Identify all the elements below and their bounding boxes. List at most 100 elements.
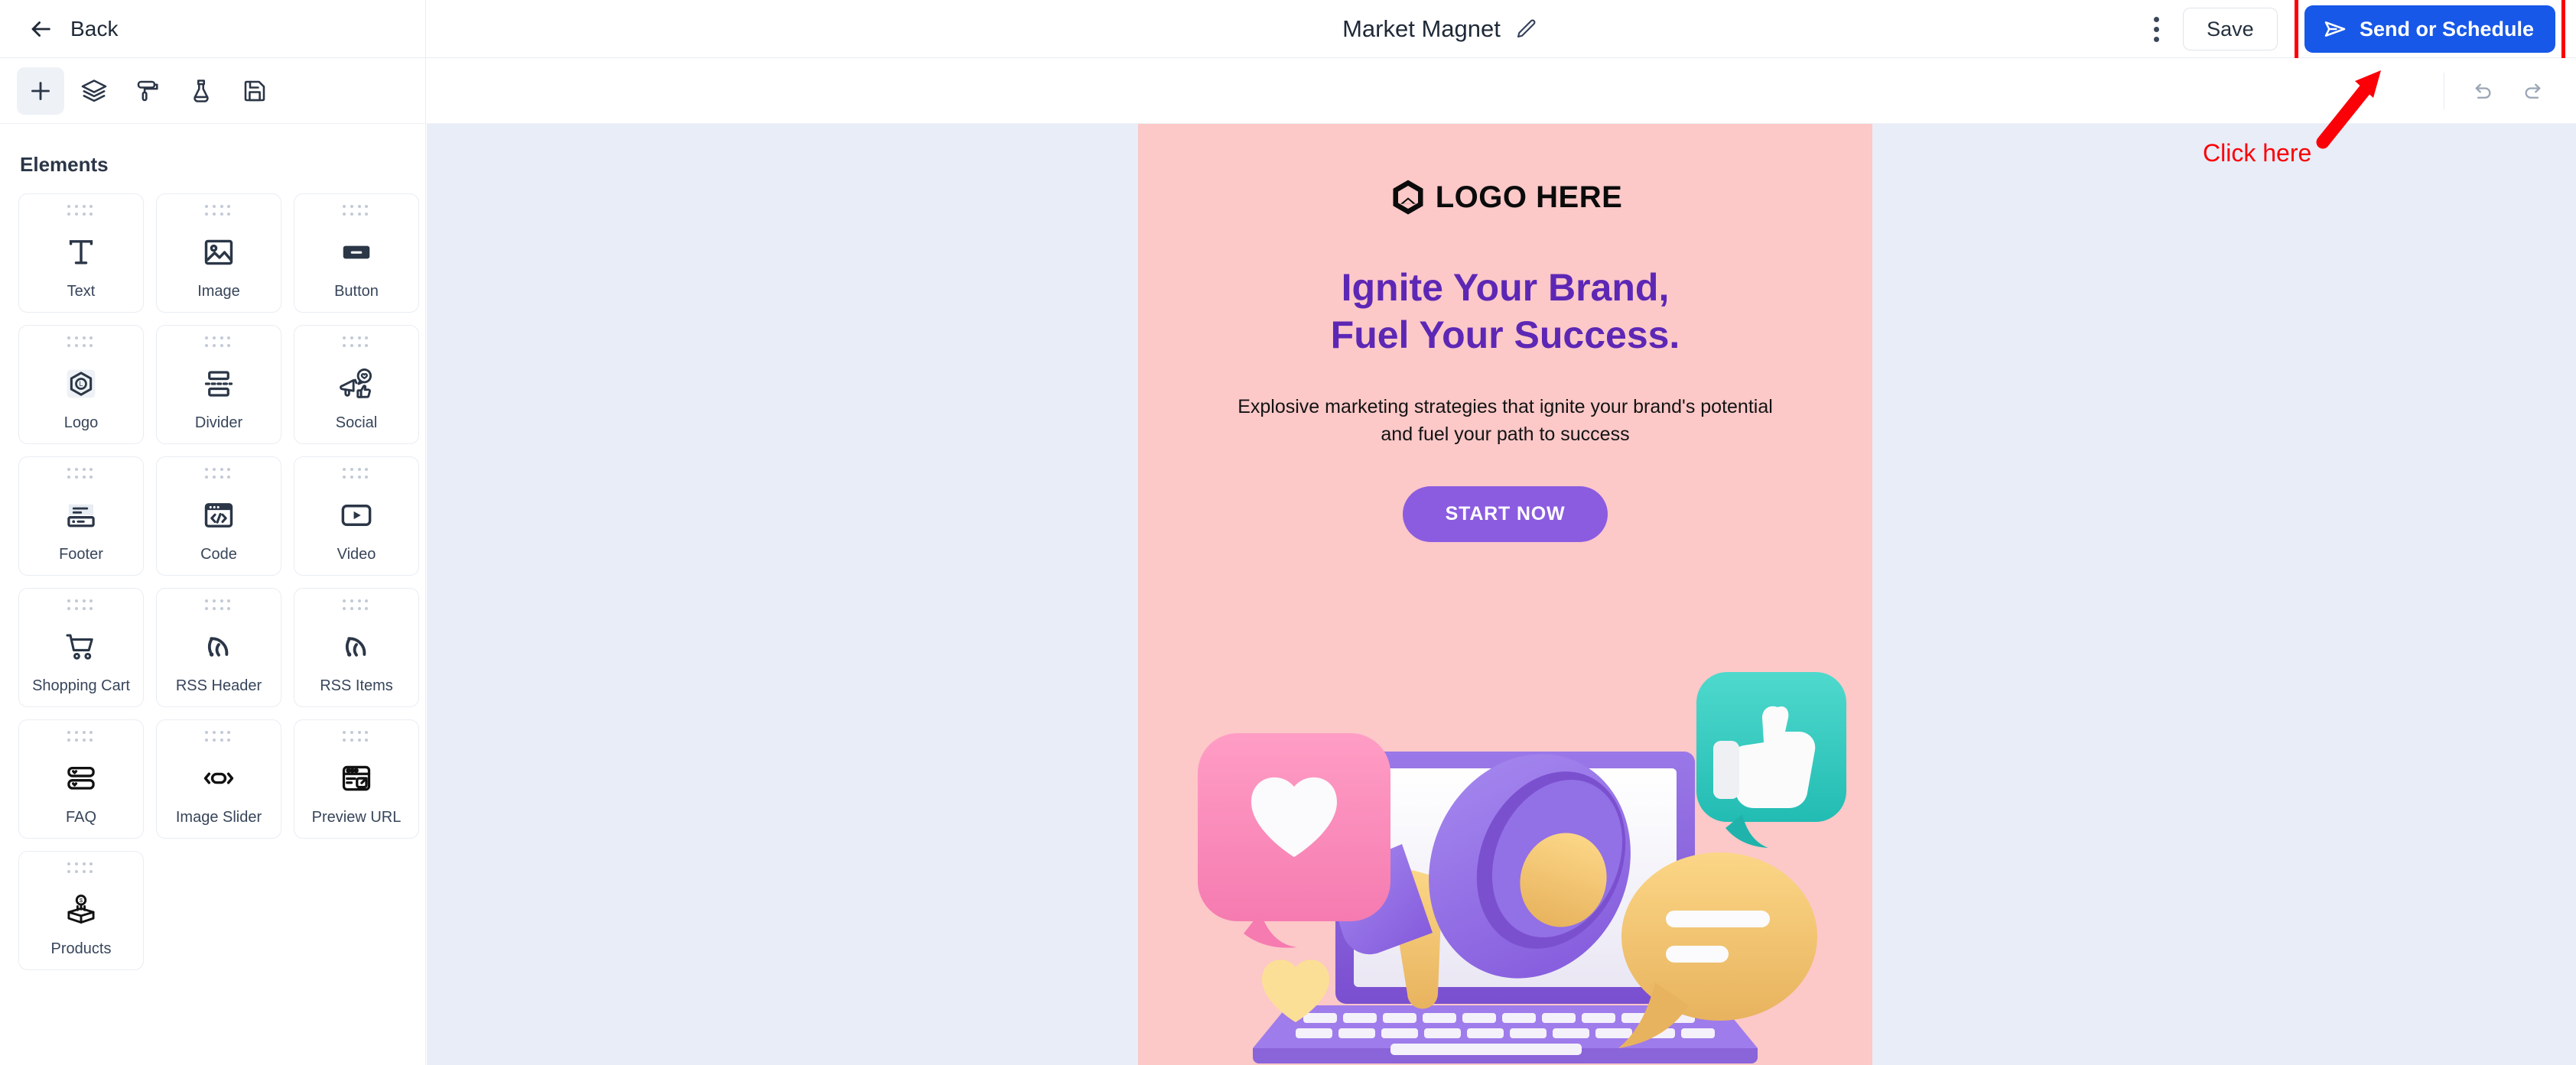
element-label: FAQ (65, 809, 96, 826)
element-label: Logo (63, 414, 99, 431)
element-card-social[interactable]: Social (294, 325, 419, 444)
redo-arrow-icon (2521, 80, 2544, 102)
send-plane-icon (2323, 17, 2347, 41)
drag-handle-icon[interactable] (205, 599, 233, 612)
save-template-tool[interactable] (231, 67, 278, 115)
drag-handle-icon[interactable] (205, 205, 233, 217)
element-label: Text (67, 283, 96, 300)
elements-grid: Text Image Button L Logo Divider Social … (18, 193, 419, 970)
drag-handle-icon[interactable] (343, 468, 370, 480)
drag-handle-icon[interactable] (205, 731, 233, 743)
canvas-toolbar (427, 58, 2576, 124)
element-label: Shopping Cart (32, 677, 130, 694)
element-label: Footer (59, 546, 103, 563)
svg-text:L: L (80, 380, 83, 388)
element-card-code[interactable]: Code (156, 456, 281, 576)
element-card-image[interactable]: Image (156, 193, 281, 313)
shopping-cart-icon (19, 616, 143, 677)
send-or-schedule-button[interactable]: Send or Schedule (2304, 5, 2555, 53)
button-icon (294, 222, 418, 283)
element-card-divider[interactable]: Divider (156, 325, 281, 444)
faq-accordion-icon (19, 748, 143, 809)
header-actions: Save Send or Schedule (2135, 0, 2576, 63)
editor-canvas: LOGO HERE Ignite Your Brand, Fuel Your S… (427, 58, 2576, 1065)
element-label: Video (337, 546, 376, 563)
drag-handle-icon[interactable] (205, 468, 233, 480)
drag-handle-icon[interactable] (67, 599, 95, 612)
logo-hexagon-icon: L (19, 353, 143, 414)
email-builder-app: Back Market Magnet Save Send or Schedule… (0, 0, 2576, 1065)
element-card-logo[interactable]: L Logo (18, 325, 144, 444)
undo-arrow-icon (2472, 80, 2495, 102)
element-label: Image Slider (175, 809, 262, 826)
elements-sidebar: Elements Text Image Button L Logo Divide… (0, 58, 426, 1065)
drag-handle-icon[interactable] (67, 205, 95, 217)
social-megaphone-icon (294, 353, 418, 414)
element-card-video[interactable]: Video (294, 456, 419, 576)
element-card-faq[interactable]: FAQ (18, 719, 144, 839)
element-card-text[interactable]: Text (18, 193, 144, 313)
email-headline-line2: Fuel Your Success. (1330, 313, 1680, 356)
page-title: Market Magnet (1342, 15, 1501, 42)
back-label: Back (70, 16, 119, 41)
email-logo-block[interactable]: LOGO HERE (1388, 177, 1623, 217)
pencil-icon[interactable] (1514, 18, 1537, 41)
products-box-icon: $ (19, 879, 143, 940)
drag-handle-icon[interactable] (67, 862, 95, 875)
test-tool[interactable] (177, 67, 225, 115)
drag-handle-icon[interactable] (343, 599, 370, 612)
kebab-menu-icon[interactable] (2135, 8, 2178, 50)
add-element-tool[interactable] (17, 67, 64, 115)
element-card-rss-header[interactable]: RSS Header (156, 588, 281, 707)
styles-tool[interactable] (124, 67, 171, 115)
blocks-tool[interactable] (70, 67, 118, 115)
element-label: RSS Items (320, 677, 393, 694)
element-label: Button (334, 283, 379, 300)
send-button-highlight: Send or Schedule (2294, 0, 2565, 63)
element-card-image-slider[interactable]: Image Slider (156, 719, 281, 839)
code-window-icon (157, 485, 281, 546)
email-cta-button[interactable]: START NOW (1402, 486, 1608, 542)
drag-handle-icon[interactable] (67, 336, 95, 349)
drag-handle-icon[interactable] (205, 336, 233, 349)
video-play-icon (294, 485, 418, 546)
rss-icon (294, 616, 418, 677)
element-label: Code (200, 546, 237, 563)
element-card-shopping-cart[interactable]: Shopping Cart (18, 588, 144, 707)
element-label: Image (197, 283, 240, 300)
sidebar-toolbar (0, 58, 425, 124)
element-label: Divider (194, 414, 243, 431)
element-card-rss-items[interactable]: RSS Items (294, 588, 419, 707)
svg-text:$: $ (80, 897, 83, 904)
element-card-footer[interactable]: Footer (18, 456, 144, 576)
element-label: Products (50, 940, 112, 957)
element-card-preview-url[interactable]: Preview URL (294, 719, 419, 839)
element-card-button[interactable]: Button (294, 193, 419, 313)
divider-icon (157, 353, 281, 414)
drag-handle-icon[interactable] (343, 336, 370, 349)
element-label: Preview URL (311, 809, 402, 826)
undo-button[interactable] (2463, 70, 2504, 112)
email-logo-text: LOGO HERE (1435, 180, 1623, 214)
email-illustration[interactable] (1138, 568, 1872, 1065)
app-header: Back Market Magnet Save Send or Schedule (0, 0, 2576, 63)
redo-button[interactable] (2512, 70, 2553, 112)
email-preview[interactable]: LOGO HERE Ignite Your Brand, Fuel Your S… (1138, 124, 1872, 1065)
hexagon-logo-mark (1388, 177, 1428, 217)
image-icon (157, 222, 281, 283)
drag-handle-icon[interactable] (343, 205, 370, 217)
image-slider-icon (157, 748, 281, 809)
save-button[interactable]: Save (2182, 8, 2278, 50)
back-button[interactable]: Back (0, 0, 426, 58)
email-subtext[interactable]: Explosive marketing strategies that igni… (1230, 394, 1781, 448)
drag-handle-icon[interactable] (67, 468, 95, 480)
drag-handle-icon[interactable] (67, 731, 95, 743)
elements-panel-body: Elements Text Image Button L Logo Divide… (0, 124, 425, 970)
preview-url-icon (294, 748, 418, 809)
footer-icon (19, 485, 143, 546)
element-label: RSS Header (175, 677, 262, 694)
drag-handle-icon[interactable] (343, 731, 370, 743)
email-headline[interactable]: Ignite Your Brand, Fuel Your Success. (1331, 265, 1680, 359)
element-card-products[interactable]: $ Products (18, 851, 144, 970)
rss-icon (157, 616, 281, 677)
